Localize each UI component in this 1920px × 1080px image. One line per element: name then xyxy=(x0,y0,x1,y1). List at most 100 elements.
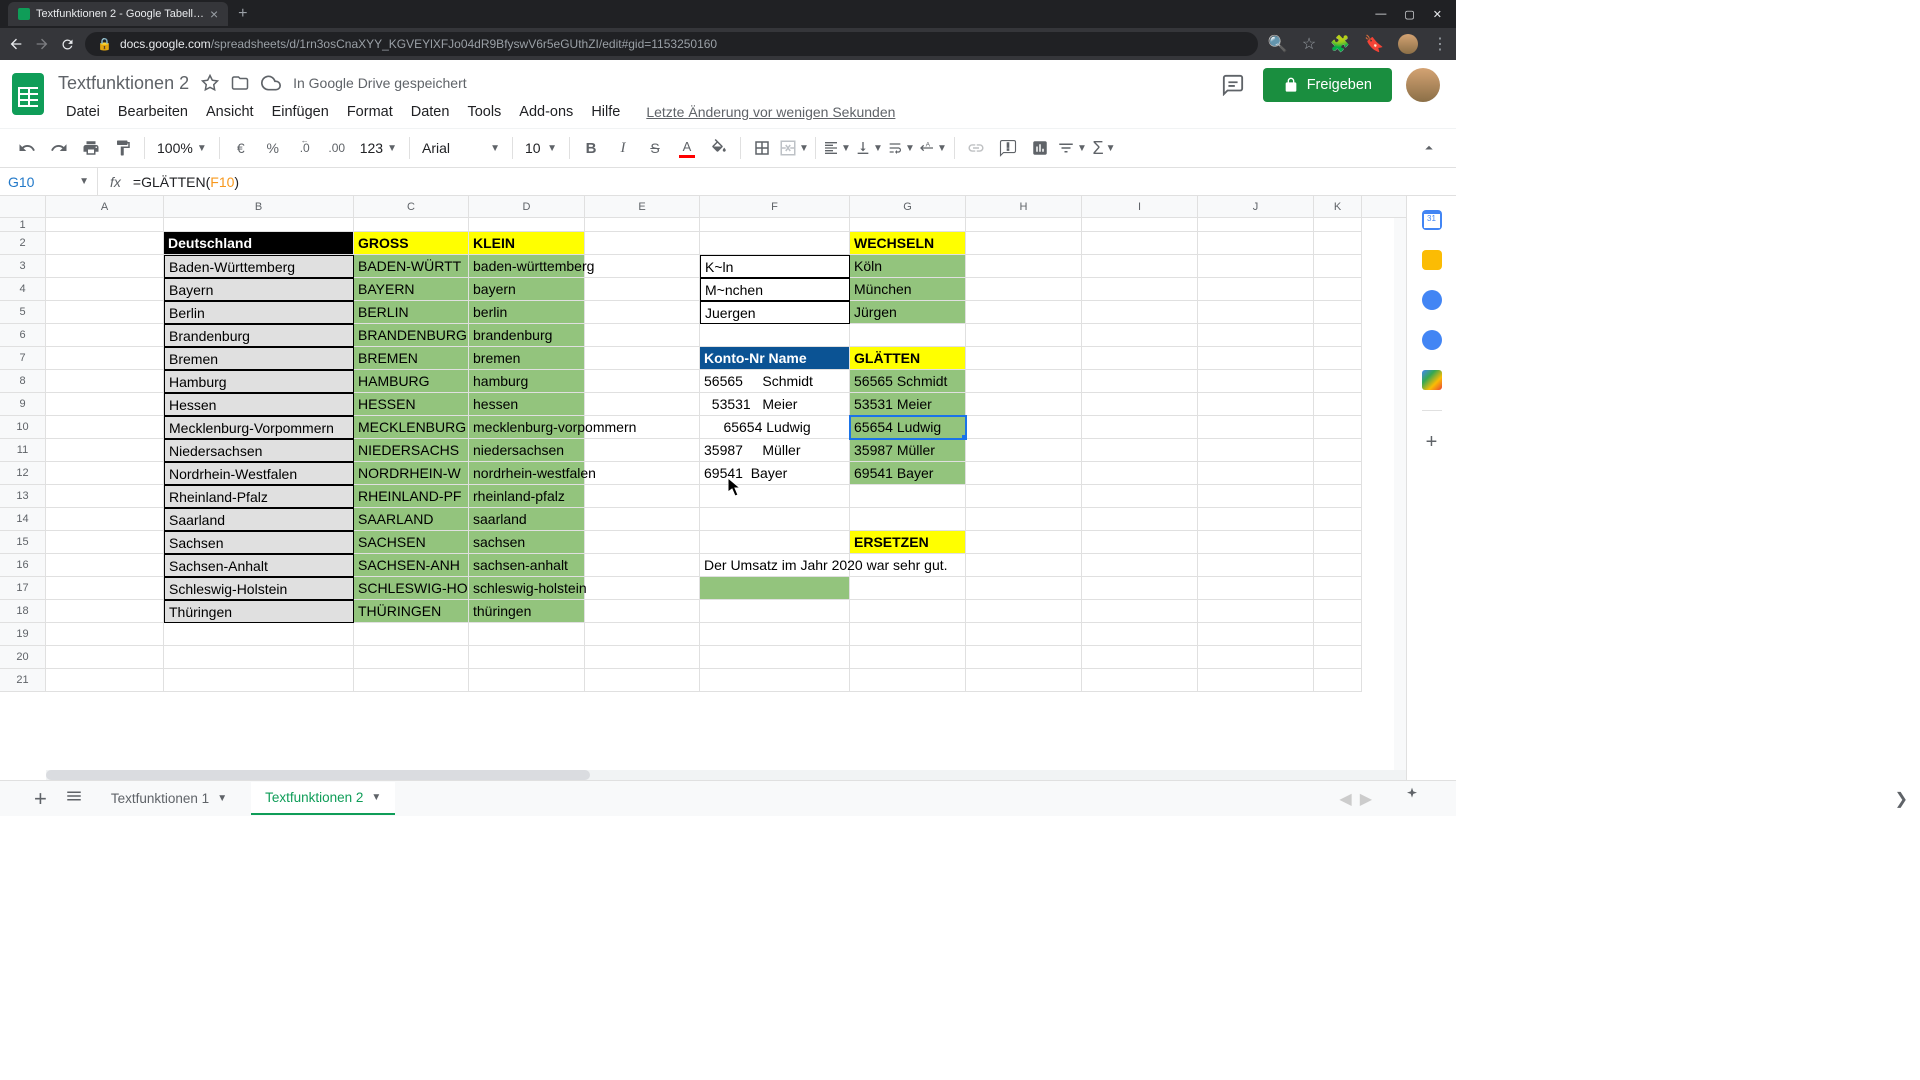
back-icon[interactable] xyxy=(8,36,24,52)
select-all-corner[interactable] xyxy=(0,196,46,217)
cell-I6[interactable] xyxy=(1082,324,1198,347)
cell-I1[interactable] xyxy=(1082,218,1198,232)
percent-button[interactable]: % xyxy=(258,134,288,162)
cell-A18[interactable] xyxy=(46,600,164,623)
halign-button[interactable]: ▼ xyxy=(822,134,852,162)
cell-K21[interactable] xyxy=(1314,669,1362,692)
cell-E4[interactable] xyxy=(585,278,700,301)
row-header[interactable]: 11 xyxy=(0,439,46,462)
cell-D4[interactable]: bayern xyxy=(469,278,585,301)
cell-D14[interactable]: saarland xyxy=(469,508,585,531)
col-header-B[interactable]: B xyxy=(164,196,354,217)
move-icon[interactable] xyxy=(231,74,249,92)
col-header-H[interactable]: H xyxy=(966,196,1082,217)
row-header[interactable]: 2 xyxy=(0,232,46,255)
cell-H19[interactable] xyxy=(966,623,1082,646)
font-size-select[interactable]: 10▼ xyxy=(519,140,563,156)
cell-H6[interactable] xyxy=(966,324,1082,347)
col-header-E[interactable]: E xyxy=(585,196,700,217)
cell-D1[interactable] xyxy=(469,218,585,232)
cell-I16[interactable] xyxy=(1082,554,1198,577)
cell-D9[interactable]: hessen xyxy=(469,393,585,416)
row-header[interactable]: 8 xyxy=(0,370,46,393)
merge-button[interactable]: ▼ xyxy=(779,134,809,162)
cell-H14[interactable] xyxy=(966,508,1082,531)
sheets-home-button[interactable] xyxy=(8,68,48,120)
cell-J10[interactable] xyxy=(1198,416,1314,439)
cloud-saved-icon[interactable] xyxy=(261,73,281,93)
comments-button[interactable] xyxy=(1217,69,1249,101)
row-header[interactable]: 13 xyxy=(0,485,46,508)
cell-E11[interactable] xyxy=(585,439,700,462)
cell-J15[interactable] xyxy=(1198,531,1314,554)
vertical-scrollbar[interactable] xyxy=(1394,218,1406,770)
cell-J14[interactable] xyxy=(1198,508,1314,531)
paint-format-button[interactable] xyxy=(108,134,138,162)
cell-F16[interactable]: Der Umsatz im Jahr 2020 war sehr gut. xyxy=(700,554,850,577)
cell-B19[interactable] xyxy=(164,623,354,646)
cell-G12[interactable]: 69541 Bayer xyxy=(850,462,966,485)
cell-G9[interactable]: 53531 Meier xyxy=(850,393,966,416)
row-header[interactable]: 21 xyxy=(0,669,46,692)
cell-A8[interactable] xyxy=(46,370,164,393)
cell-E13[interactable] xyxy=(585,485,700,508)
cell-C5[interactable]: BERLIN xyxy=(354,301,469,324)
sheet-tab-1[interactable]: Textfunktionen 1▼ xyxy=(97,783,241,814)
collapse-toolbar-button[interactable] xyxy=(1414,134,1444,162)
cell-B5[interactable]: Berlin xyxy=(164,301,354,324)
tasks-icon[interactable] xyxy=(1422,290,1442,310)
cell-D20[interactable] xyxy=(469,646,585,669)
add-sheet-button[interactable]: + xyxy=(30,782,51,816)
menu-format[interactable]: Format xyxy=(339,100,401,124)
cell-E9[interactable] xyxy=(585,393,700,416)
cell-J16[interactable] xyxy=(1198,554,1314,577)
cell-F7[interactable]: Konto-Nr Name xyxy=(700,347,850,370)
star-icon[interactable] xyxy=(201,74,219,92)
cell-D2[interactable]: KLEIN xyxy=(469,232,585,255)
redo-button[interactable] xyxy=(44,134,74,162)
cell-C4[interactable]: BAYERN xyxy=(354,278,469,301)
cell-E17[interactable] xyxy=(585,577,700,600)
cell-K5[interactable] xyxy=(1314,301,1362,324)
cell-I5[interactable] xyxy=(1082,301,1198,324)
cell-A6[interactable] xyxy=(46,324,164,347)
cell-E6[interactable] xyxy=(585,324,700,347)
cell-B16[interactable]: Sachsen-Anhalt xyxy=(164,554,354,577)
cell-B8[interactable]: Hamburg xyxy=(164,370,354,393)
url-input[interactable]: 🔒 docs.google.com/spreadsheets/d/1rn3osC… xyxy=(85,32,1258,56)
row-header[interactable]: 17 xyxy=(0,577,46,600)
cell-E18[interactable] xyxy=(585,600,700,623)
calendar-icon[interactable]: 31 xyxy=(1422,210,1442,230)
cell-K4[interactable] xyxy=(1314,278,1362,301)
cell-B10[interactable]: Mecklenburg-Vorpommern xyxy=(164,416,354,439)
cell-J12[interactable] xyxy=(1198,462,1314,485)
cell-C9[interactable]: HESSEN xyxy=(354,393,469,416)
cell-I9[interactable] xyxy=(1082,393,1198,416)
doc-title[interactable]: Textfunktionen 2 xyxy=(58,73,189,94)
cell-E20[interactable] xyxy=(585,646,700,669)
cell-F2[interactable] xyxy=(700,232,850,255)
cell-E19[interactable] xyxy=(585,623,700,646)
cell-C15[interactable]: SACHSEN xyxy=(354,531,469,554)
cell-J2[interactable] xyxy=(1198,232,1314,255)
cell-E21[interactable] xyxy=(585,669,700,692)
cell-D10[interactable]: mecklenburg-vorpommern xyxy=(469,416,585,439)
cell-I19[interactable] xyxy=(1082,623,1198,646)
row-header[interactable]: 14 xyxy=(0,508,46,531)
col-header-F[interactable]: F xyxy=(700,196,850,217)
chart-button[interactable] xyxy=(1025,134,1055,162)
cell-G3[interactable]: Köln xyxy=(850,255,966,278)
cell-K2[interactable] xyxy=(1314,232,1362,255)
cell-J21[interactable] xyxy=(1198,669,1314,692)
menu-hilfe[interactable]: Hilfe xyxy=(583,100,628,124)
col-header-G[interactable]: G xyxy=(850,196,966,217)
cell-F4[interactable]: M~nchen xyxy=(700,278,850,301)
cell-I12[interactable] xyxy=(1082,462,1198,485)
cell-E7[interactable] xyxy=(585,347,700,370)
cell-D18[interactable]: thüringen xyxy=(469,600,585,623)
cell-K15[interactable] xyxy=(1314,531,1362,554)
zoom-select[interactable]: 100%▼ xyxy=(151,140,213,156)
cell-K8[interactable] xyxy=(1314,370,1362,393)
cell-F14[interactable] xyxy=(700,508,850,531)
cell-B17[interactable]: Schleswig-Holstein xyxy=(164,577,354,600)
